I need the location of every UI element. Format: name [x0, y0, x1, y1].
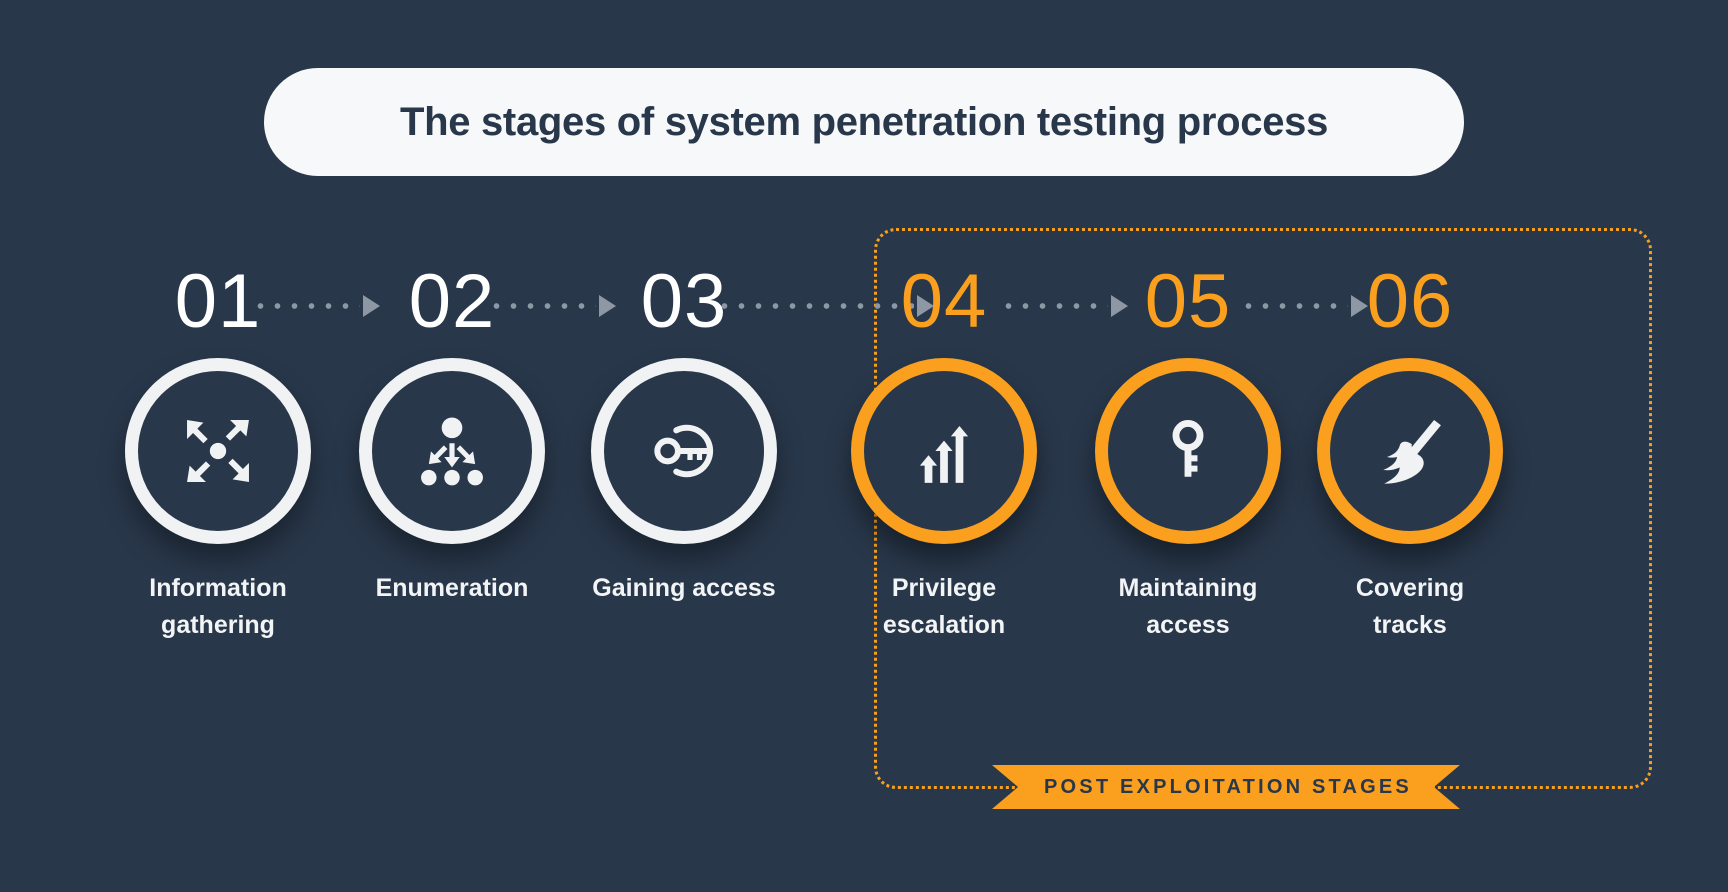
- post-exploitation-ribbon: POST EXPLOITATION STAGES: [992, 765, 1460, 809]
- key-unlock-icon: [654, 424, 714, 478]
- step-number: 06: [1366, 259, 1454, 344]
- step-label: Covering tracks: [1356, 570, 1464, 644]
- key-icon: [1172, 420, 1204, 477]
- step-label: Privilege escalation: [883, 570, 1005, 644]
- step-label-line1: Privilege: [891, 574, 997, 602]
- circle-ring: [1317, 358, 1503, 544]
- step-label-line1: Enumeration: [375, 574, 529, 602]
- node-tree-icon: [421, 417, 483, 486]
- infographic-canvas: The stages of system penetration testing…: [0, 0, 1728, 892]
- step-number: 05: [1144, 259, 1232, 344]
- step-05[interactable]: 05 Maintaining access: [1073, 262, 1303, 644]
- step-03[interactable]: 03 Gaining access: [569, 262, 799, 607]
- step-icon-circle[interactable]: [125, 358, 311, 544]
- step-icon-circle[interactable]: [591, 358, 777, 544]
- step-icon-circle[interactable]: [359, 358, 545, 544]
- step-icon-circle[interactable]: [1317, 358, 1503, 544]
- step-06[interactable]: 06 Covering tracks: [1295, 262, 1525, 644]
- step-01[interactable]: 01 Information gathering: [103, 262, 333, 644]
- circle-ring: [359, 358, 545, 544]
- broom-icon: [1383, 420, 1441, 484]
- step-label: Gaining access: [592, 570, 775, 607]
- step-label-line2: tracks: [1373, 611, 1447, 639]
- circle-ring: [125, 358, 311, 544]
- step-number: 02: [408, 259, 496, 344]
- step-04[interactable]: 04 Privilege escalation: [829, 262, 1059, 644]
- converging-arrows-icon: [187, 420, 249, 482]
- rising-arrows-icon: [919, 426, 969, 483]
- step-label-line2: gathering: [161, 611, 275, 639]
- step-label-line1: Gaining access: [592, 574, 776, 602]
- step-label-line1: Covering: [1355, 574, 1465, 602]
- step-label-line1: Maintaining: [1118, 574, 1258, 602]
- circle-ring: [591, 358, 777, 544]
- step-label: Maintaining access: [1119, 570, 1258, 644]
- circle-ring: [851, 358, 1037, 544]
- step-number: 01: [174, 259, 262, 344]
- step-label: Enumeration: [376, 570, 529, 607]
- step-number: 04: [900, 259, 988, 344]
- step-label-line2: access: [1146, 611, 1230, 639]
- circle-ring: [1095, 358, 1281, 544]
- step-label: Information gathering: [149, 570, 287, 644]
- page-title: The stages of system penetration testing…: [399, 99, 1329, 144]
- ribbon-label: POST EXPLOITATION STAGES: [1044, 775, 1412, 798]
- step-label-line1: Information: [149, 574, 287, 602]
- step-02[interactable]: 02 Enumeration: [337, 262, 567, 607]
- step-label-line2: escalation: [882, 611, 1006, 639]
- step-icon-circle[interactable]: [851, 358, 1037, 544]
- step-number: 03: [640, 259, 728, 344]
- title-pill: The stages of system penetration testing…: [264, 68, 1464, 176]
- step-icon-circle[interactable]: [1095, 358, 1281, 544]
